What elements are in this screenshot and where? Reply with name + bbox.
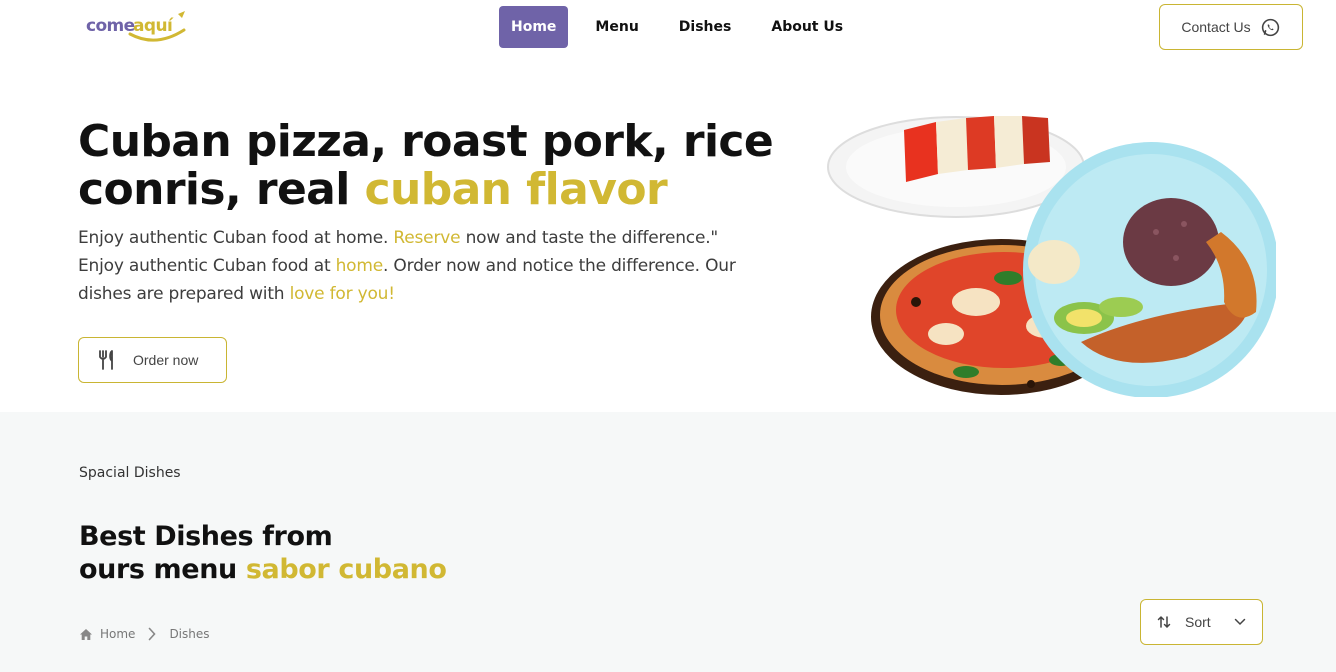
logo-text-come: come bbox=[86, 16, 135, 36]
nav-about-us[interactable]: About Us bbox=[751, 6, 863, 48]
hero-description: Enjoy authentic Cuban food at home. Rese… bbox=[78, 224, 748, 308]
sort-label: Sort bbox=[1185, 614, 1211, 630]
nav-menu[interactable]: Menu bbox=[575, 6, 658, 48]
logo[interactable]: come aquí bbox=[86, 8, 190, 46]
congri-rice bbox=[1123, 198, 1219, 286]
whatsapp-icon bbox=[1261, 18, 1279, 36]
top-navbar: come aquí Home Menu Dishes About Us Cont… bbox=[0, 0, 1336, 56]
nav-dishes[interactable]: Dishes bbox=[659, 6, 752, 48]
cuban-plate bbox=[1023, 142, 1276, 397]
breadcrumb: Home Dishes bbox=[79, 627, 210, 641]
utensils-icon bbox=[99, 350, 113, 370]
order-now-button[interactable]: Order now bbox=[78, 337, 227, 383]
section-title-line-1: Best Dishes from bbox=[79, 521, 333, 552]
contact-us-label: Contact Us bbox=[1181, 19, 1251, 35]
hero-food-image bbox=[827, 116, 1276, 397]
section-kicker: Spacial Dishes bbox=[79, 465, 181, 481]
section-title-accent: sabor cubano bbox=[245, 554, 447, 585]
home-icon bbox=[80, 628, 92, 640]
breadcrumb-home[interactable]: Home bbox=[100, 627, 135, 641]
main-nav: Home Menu Dishes About Us bbox=[499, 6, 863, 48]
breadcrumb-current: Dishes bbox=[169, 627, 210, 641]
special-dishes-section: Spacial Dishes Best Dishes from ours men… bbox=[0, 412, 1336, 672]
contact-us-button[interactable]: Contact Us bbox=[1159, 4, 1303, 50]
chevron-down-icon bbox=[1234, 618, 1246, 626]
sort-dropdown[interactable]: Sort bbox=[1140, 599, 1263, 645]
hero-desc-accent-home: home bbox=[335, 256, 384, 276]
hero-desc-accent-love: love for you! bbox=[289, 284, 395, 304]
onion-salad bbox=[1028, 240, 1080, 284]
order-now-label: Order now bbox=[133, 352, 199, 368]
section-title-line-2: ours menu bbox=[79, 554, 246, 585]
chevron-right-icon bbox=[149, 627, 157, 641]
nav-home[interactable]: Home bbox=[499, 6, 569, 48]
sort-icon bbox=[1157, 615, 1171, 629]
hero-desc-accent-reserve: Reserve bbox=[393, 228, 461, 248]
section-title: Best Dishes from ours menu sabor cubano bbox=[79, 520, 447, 586]
hero-section: Cuban pizza, roast pork, rice conris, re… bbox=[0, 56, 1336, 412]
hero-title: Cuban pizza, roast pork, rice conris, re… bbox=[78, 118, 778, 214]
hero-desc-part-1: Enjoy authentic Cuban food at home. bbox=[78, 228, 394, 248]
hero-title-line-1: Cuban pizza, roast pork, rice bbox=[78, 116, 774, 167]
hero-title-line-2: conris, real bbox=[78, 164, 365, 215]
logo-text-aqui: aquí bbox=[133, 16, 174, 36]
hero-title-accent: cuban flavor bbox=[364, 164, 668, 215]
